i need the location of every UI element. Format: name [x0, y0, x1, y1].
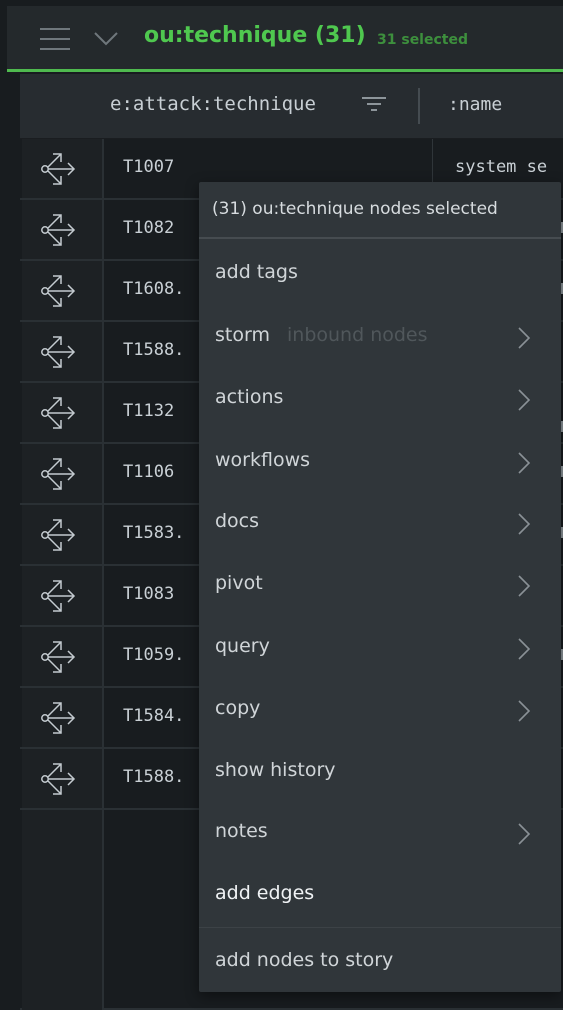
pivot-arrows-icon[interactable] [41, 396, 79, 430]
technique-cell: T1106 [123, 462, 175, 482]
pivot-arrows-icon[interactable] [41, 579, 79, 613]
menu-item-storm[interactable]: storm inbound nodes [199, 308, 561, 368]
menu-item-label: show history [215, 759, 336, 781]
selection-summary: (31) ou:technique nodes selected [212, 199, 498, 219]
pivot-arrows-icon[interactable] [41, 457, 79, 491]
pivot-arrows-icon[interactable] [41, 762, 79, 796]
chevron-right-icon [518, 452, 531, 474]
menu-item-query[interactable]: query [199, 619, 561, 679]
query-tab-bar: ou:technique (31) 31 selected [7, 6, 563, 72]
technique-cell: T1082 [123, 218, 175, 238]
menu-item-add-edges[interactable]: add edges [199, 866, 561, 926]
menu-item-show-history[interactable]: show history [199, 743, 561, 803]
selected-count: 31 selected [377, 32, 468, 48]
menu-item-label: actions [215, 386, 284, 408]
technique-cell: T1132 [123, 401, 175, 421]
menu-item-add-tags[interactable]: add tags [199, 245, 561, 305]
menu-divider [199, 927, 561, 928]
sort-filter-icon[interactable] [361, 96, 387, 112]
pivot-arrows-icon[interactable] [41, 152, 79, 186]
menu-item-workflows[interactable]: workflows [199, 433, 561, 493]
pivot-arrows-icon[interactable] [41, 335, 79, 369]
menu-item-add-nodes-to-story[interactable]: add nodes to story [199, 933, 561, 993]
technique-cell: T1584. [123, 706, 185, 726]
menu-item-label: query [215, 635, 270, 657]
menu-item-label: add nodes to story [215, 949, 394, 971]
pivot-arrows-icon[interactable] [41, 213, 79, 247]
chevron-right-icon [518, 327, 531, 349]
menu-item-label: workflows [215, 449, 311, 471]
chevron-down-icon[interactable] [94, 32, 118, 46]
chevron-right-icon [518, 823, 531, 845]
context-menu: (31) ou:technique nodes selected add tag… [199, 182, 561, 992]
technique-cell: T1583. [123, 523, 185, 543]
context-menu-header: (31) ou:technique nodes selected [199, 182, 561, 239]
menu-item-notes[interactable]: notes [199, 804, 561, 864]
menu-item-label: add edges [215, 882, 315, 904]
menu-item-copy[interactable]: copy [199, 681, 561, 741]
menu-item-docs[interactable]: docs [199, 494, 561, 554]
tab-title[interactable]: ou:technique (31) [144, 23, 366, 48]
pivot-arrows-icon[interactable] [41, 274, 79, 308]
name-cell: system se [455, 157, 548, 177]
pivot-arrows-icon[interactable] [41, 701, 79, 735]
technique-cell: T1588. [123, 767, 185, 787]
pivot-arrows-icon[interactable] [41, 640, 79, 674]
hamburger-menu-icon[interactable] [40, 28, 70, 50]
technique-cell: T1059. [123, 645, 185, 665]
menu-item-actions[interactable]: actions [199, 370, 561, 430]
menu-item-label: copy [215, 697, 261, 719]
chevron-right-icon [518, 513, 531, 535]
chevron-right-icon [518, 389, 531, 411]
menu-item-label: notes [215, 820, 268, 842]
menu-item-pivot[interactable]: pivot [199, 556, 561, 616]
menu-item-label: pivot [215, 572, 263, 594]
technique-cell: T1608. [123, 279, 185, 299]
pivot-arrows-icon[interactable] [41, 518, 79, 552]
chevron-right-icon [518, 638, 531, 660]
menu-item-label: add tags [215, 261, 298, 283]
technique-cell: T1083 [123, 584, 175, 604]
column-divider [432, 139, 433, 182]
column-header-row: e:attack:technique :name [20, 74, 563, 139]
column-header-name[interactable]: :name [448, 94, 502, 115]
menu-item-label: docs [215, 510, 260, 532]
technique-cell: T1588. [123, 340, 185, 360]
column-resize-handle[interactable] [418, 88, 420, 124]
menu-item-label: storm [215, 324, 270, 346]
technique-cell: T1007 [123, 157, 175, 177]
menu-item-hint: inbound nodes [287, 324, 428, 346]
column-header-technique[interactable]: e:attack:technique [110, 93, 316, 115]
chevron-right-icon [518, 575, 531, 597]
chevron-right-icon [518, 700, 531, 722]
